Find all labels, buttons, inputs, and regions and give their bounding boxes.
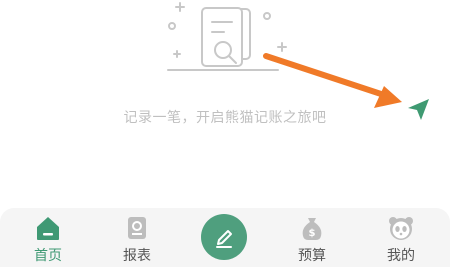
tab-budget[interactable]: $ 预算 [282,212,342,266]
tab-home-label: 首页 [34,248,62,264]
tab-mine[interactable]: 我的 [371,212,431,266]
tab-report[interactable]: 报表 [107,212,167,266]
svg-text:$: $ [309,228,316,239]
home-icon [37,217,59,240]
budget-icon: $ [302,218,322,240]
empty-state-message: 记录一笔，开启熊猫记账之旅吧 [123,110,327,126]
tab-budget-label: 预算 [298,248,326,264]
edit-icon [216,230,232,248]
tab-report-label: 报表 [123,248,151,264]
empty-records-illustration [167,2,287,71]
tab-mine-label: 我的 [387,248,415,264]
panda-icon [389,217,413,240]
report-icon [128,217,146,239]
add-record-button[interactable] [201,214,247,260]
tab-home[interactable]: 首页 [18,212,78,266]
